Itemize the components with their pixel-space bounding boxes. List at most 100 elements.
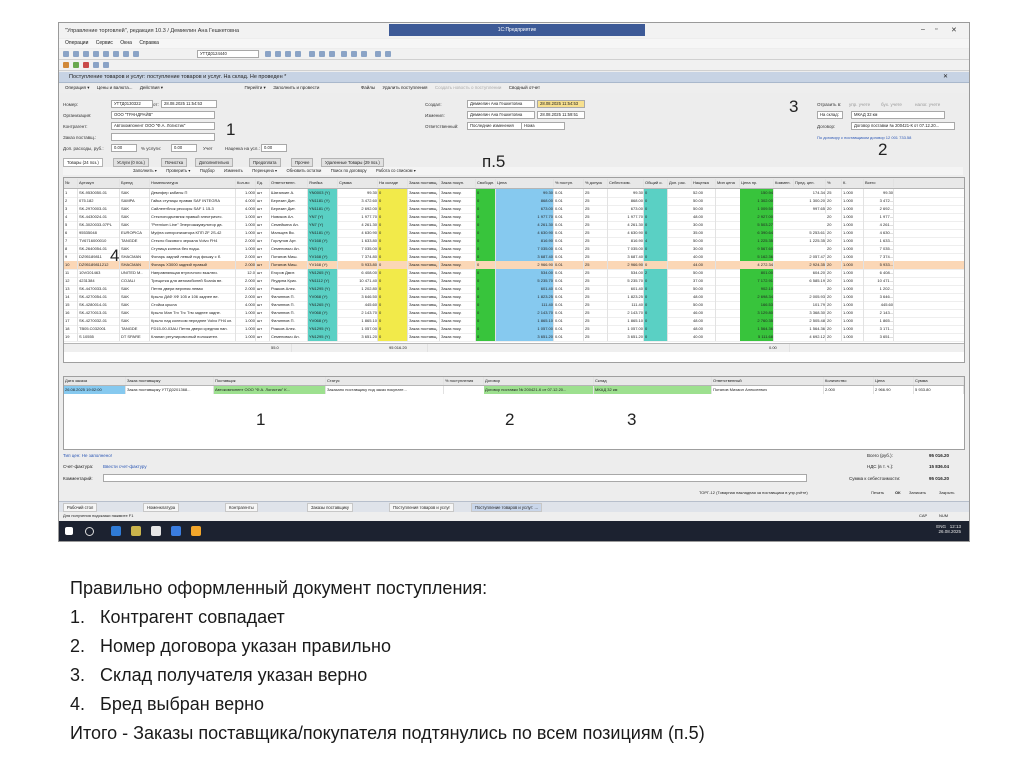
reflect-tax-checkbox[interactable]: налог. учете (915, 102, 940, 107)
column-header[interactable]: № (64, 179, 78, 187)
print-button[interactable]: Печать (871, 490, 884, 495)
column-header[interactable]: Поставщик (214, 377, 326, 385)
cmd-files[interactable]: Файлы (361, 85, 375, 90)
grid-refresh-button[interactable]: Обновить остатки (287, 168, 322, 173)
column-header[interactable]: Заказ поставщику (126, 377, 214, 385)
toolbar-icon[interactable] (385, 51, 391, 57)
column-header[interactable]: Склад (594, 377, 712, 385)
column-header[interactable]: % допуск (584, 179, 608, 187)
menu-item[interactable]: Операции (65, 40, 88, 46)
cmd-goto[interactable]: Перейти ▾ (244, 85, 265, 91)
column-header[interactable]: Заказ покуп. (440, 179, 476, 187)
column-header[interactable]: К. (842, 179, 864, 187)
menu-item[interactable]: Справка (139, 40, 159, 46)
column-header[interactable]: Ответственный (712, 377, 824, 385)
supplier-order-field[interactable] (111, 133, 215, 141)
explorer-icon[interactable] (131, 526, 141, 536)
edge-icon[interactable] (111, 526, 121, 536)
responsible2-field[interactable]: Нома (521, 122, 565, 130)
cmd-fill-post[interactable]: Заполнить и провести (273, 85, 319, 90)
toolbar-icon[interactable] (265, 51, 271, 57)
cmd-prices[interactable]: Цены и валюта... (97, 85, 133, 90)
grid-fill-button[interactable]: Заполнить ▾ (133, 168, 157, 173)
column-header[interactable]: Доп. рас. (668, 179, 692, 187)
date-field[interactable]: 28.08.2025 11:54:53 (161, 100, 217, 108)
toolbar-icon[interactable] (83, 51, 89, 57)
cmd-actions[interactable]: Действия ▾ (140, 85, 163, 91)
column-header[interactable]: Ячейка (308, 179, 338, 187)
column-header[interactable]: Сумма (914, 377, 964, 385)
doc-search-input[interactable]: УТТД0124440 (197, 50, 259, 58)
active-window-tab[interactable]: 1С:Предприятие (389, 24, 645, 36)
column-header[interactable]: Ответственн. (270, 179, 308, 187)
toolbar-icon[interactable] (63, 51, 69, 57)
column-header[interactable]: Ед. (256, 179, 270, 187)
window-tab-desktop[interactable]: Рабочий стол (63, 503, 98, 512)
save-button[interactable]: Записать (909, 490, 926, 495)
toolbar-icon[interactable] (93, 51, 99, 57)
toolbar-icon[interactable] (285, 51, 291, 57)
menu-item[interactable]: Окна (120, 40, 132, 46)
tab-other[interactable]: Прочее (291, 158, 314, 167)
column-header[interactable]: Дата заказа (64, 377, 126, 385)
column-header[interactable]: Пред. цен. (794, 179, 826, 187)
toolbar-icon[interactable] (73, 51, 79, 57)
column-header[interactable]: % (826, 179, 842, 187)
comment-field[interactable] (103, 474, 807, 482)
tab-cleanup[interactable]: Почистка (161, 158, 188, 167)
close-button[interactable]: Закрыть (939, 490, 954, 495)
column-header[interactable]: Количество (824, 377, 874, 385)
column-header[interactable]: % поступ. (554, 179, 584, 187)
tab-services[interactable]: Услуги (0 поз.) (113, 158, 149, 167)
window-tab-supplier-orders[interactable]: Заказы поставщику (307, 503, 354, 512)
search-icon[interactable] (85, 527, 94, 536)
contractor-field[interactable]: Автокомпонент ООО "Ф.А. Логистик" (111, 122, 215, 130)
column-header[interactable]: Цена (496, 179, 554, 187)
column-header[interactable]: Номенклатура (150, 179, 236, 187)
column-header[interactable]: Заказ поставщ. (408, 179, 440, 187)
column-header[interactable]: Статус (326, 377, 444, 385)
responsible-field[interactable]: Последние изменения (467, 122, 523, 130)
minimize-icon[interactable]: – (921, 26, 925, 33)
grid-list-button[interactable]: Работа со списком ▾ (376, 168, 416, 173)
invoice-link[interactable]: Ввести счет-фактуру (103, 464, 147, 469)
print-form-select[interactable]: ТОРГ-12 (Товарная накладная за поставщик… (699, 490, 808, 495)
toolbar-icon[interactable] (113, 51, 119, 57)
window-tab-contractors[interactable]: Контрагенты (225, 503, 258, 512)
column-header[interactable]: Свободн. (476, 179, 496, 187)
toolbar-icon[interactable] (123, 51, 129, 57)
toolbar-icon[interactable] (319, 51, 325, 57)
toolbar-icon[interactable] (295, 51, 301, 57)
toolbar-icon[interactable] (103, 62, 109, 68)
warehouse-field[interactable]: МКАД 32 км (851, 111, 945, 119)
window-tab-nomenclature[interactable]: Номенклатура (143, 503, 180, 512)
tab-deleted-goods[interactable]: Удаленные Товары (29 поз.) (321, 158, 384, 167)
org-field[interactable]: ООО "ТРАНДРАЙВ" (111, 111, 215, 119)
column-header[interactable]: Договор (484, 377, 594, 385)
table-row[interactable]: 19 S 10555 DT SPARE Клапан регулировочный п… (64, 333, 964, 342)
contract-note-link[interactable]: По договору с поставщиком договор 12 001… (817, 135, 911, 140)
toolbar-icon[interactable] (375, 51, 381, 57)
column-header[interactable]: % поступления (444, 377, 484, 385)
reflect-mgmt-checkbox[interactable]: упр. учете (849, 102, 870, 107)
start-icon[interactable] (65, 527, 73, 535)
column-header[interactable]: Коммен. (774, 179, 794, 187)
column-header[interactable]: Всего (864, 179, 894, 187)
toolbar-icon[interactable] (93, 62, 99, 68)
tab-prepayment[interactable]: Предоплата (249, 158, 281, 167)
window-tab-current-receipt[interactable]: Поступление товаров и услуг: ... (471, 503, 542, 512)
doc-close-icon[interactable]: ✕ (943, 73, 948, 80)
charge-field[interactable]: 0.00 (261, 144, 287, 152)
grid-edit-button[interactable]: Изменить (224, 168, 243, 173)
1c-icon[interactable] (191, 526, 201, 536)
grid-select-button[interactable]: Подбор (200, 168, 215, 173)
column-header[interactable]: Артикул (78, 179, 120, 187)
tab-goods[interactable]: Товары (24 поз.) (63, 158, 103, 167)
check-label[interactable]: Учет (203, 146, 213, 151)
column-header[interactable]: Цена (874, 377, 914, 385)
close-icon[interactable]: ✕ (951, 26, 957, 34)
price-type-warning[interactable]: Тип цен: Не заполнено! (63, 453, 112, 458)
column-header[interactable]: Кол-во (236, 179, 256, 187)
toolbar-icon[interactable] (275, 51, 281, 57)
pct-field[interactable]: 0.00 (171, 144, 197, 152)
